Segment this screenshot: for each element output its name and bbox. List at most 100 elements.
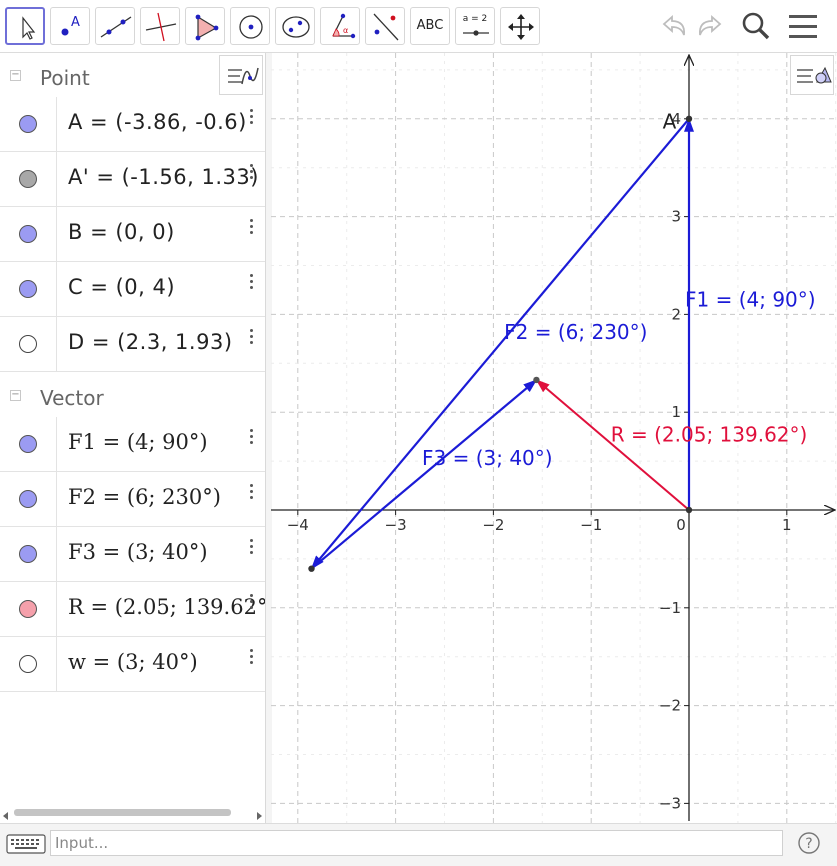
x-tick-label: −3: [385, 516, 407, 534]
category-label: Point: [40, 66, 90, 90]
x-tick-label: −2: [482, 516, 504, 534]
category-vector[interactable]: − Vector: [0, 375, 265, 419]
input-bar: Input... ?: [0, 823, 837, 866]
algebra-row[interactable]: B = (0, 0): [0, 207, 265, 262]
angle-tool-button[interactable]: α: [320, 7, 360, 45]
ellipse-icon: [282, 16, 310, 38]
algebra-row[interactable]: R = (2.05; 139.62°): [0, 582, 265, 637]
search-icon: [742, 12, 770, 40]
redo-button[interactable]: [693, 8, 729, 44]
polygon-icon: [195, 14, 219, 41]
help-icon: ?: [798, 832, 820, 854]
circle-tool-button[interactable]: [230, 7, 270, 45]
visibility-marble[interactable]: [19, 115, 37, 133]
reflect-tool-button[interactable]: [365, 7, 405, 45]
point-B: [685, 506, 693, 514]
line-tool-button[interactable]: [95, 7, 135, 45]
more-options-icon[interactable]: [250, 594, 254, 612]
row-divider: [56, 527, 57, 581]
algebra-row[interactable]: A = (-3.86, -0.6): [0, 97, 265, 152]
row-divider: [56, 417, 57, 471]
graphics-canvas[interactable]: −4 −3 −2 −1 0 14321−1−2−3F1 = (4; 90°)F2 = (6…: [271, 53, 837, 823]
row-divider: [56, 97, 57, 151]
label-F3: F3 = (3; 40°): [422, 446, 553, 470]
y-tick-label: −3: [659, 794, 681, 812]
polygon-tool-button[interactable]: [185, 7, 225, 45]
algebra-style-bar-button[interactable]: [219, 55, 263, 95]
visibility-marble[interactable]: [19, 170, 37, 188]
visibility-marble[interactable]: [19, 225, 37, 243]
row-divider: [56, 152, 57, 206]
x-tick-label: 1: [782, 516, 792, 534]
algebra-row[interactable]: F1 = (4; 90°): [0, 417, 265, 472]
row-divider: [56, 262, 57, 316]
row-divider: [56, 207, 57, 261]
algebra-row[interactable]: A' = (-1.56, 1.33): [0, 152, 265, 207]
more-options-icon[interactable]: [250, 429, 254, 447]
algebra-expression[interactable]: F3 = (3; 40°): [68, 540, 208, 564]
algebra-expression[interactable]: B = (0, 0): [68, 220, 175, 244]
row-divider: [56, 317, 57, 371]
point-icon: A: [61, 15, 80, 36]
algebra-expression[interactable]: F2 = (6; 230°): [68, 485, 221, 509]
more-options-icon[interactable]: [250, 274, 254, 292]
angle-tool-label: α: [343, 26, 348, 35]
move-arrows-icon: [508, 14, 534, 40]
algebra-expression[interactable]: D = (2.3, 1.93): [68, 330, 233, 354]
visibility-marble[interactable]: [19, 280, 37, 298]
algebra-expression[interactable]: A' = (-1.56, 1.33): [68, 165, 259, 189]
y-tick-label: 2: [671, 305, 681, 323]
slider-tool-button[interactable]: a = 2: [455, 7, 495, 45]
move-graphics-tool-button[interactable]: [500, 7, 540, 45]
algebra-expression[interactable]: F1 = (4; 90°): [68, 430, 208, 454]
algebra-expression[interactable]: R = (2.05; 139.62°): [68, 595, 265, 619]
more-options-icon[interactable]: [250, 539, 254, 557]
visibility-marble[interactable]: [19, 600, 37, 618]
visibility-marble[interactable]: [19, 490, 37, 508]
visibility-marble[interactable]: [19, 435, 37, 453]
y-tick-label: −1: [659, 599, 681, 617]
menu-button[interactable]: [786, 8, 822, 44]
algebra-row[interactable]: D = (2.3, 1.93): [0, 317, 265, 372]
conic-tool-button[interactable]: [275, 7, 315, 45]
point-C: [685, 115, 693, 122]
help-button[interactable]: ?: [797, 831, 821, 855]
more-options-icon[interactable]: [250, 329, 254, 347]
graphics-view[interactable]: −4 −3 −2 −1 0 1 4 3 2 1 −1 −2 −3 F1 = (4; 90°) F2 = (6…: [271, 53, 837, 823]
more-options-icon[interactable]: [250, 649, 254, 667]
y-tick-label: 1: [671, 403, 681, 421]
collapse-toggle[interactable]: −: [10, 70, 21, 81]
algebra-row[interactable]: w = (3; 40°): [0, 637, 265, 692]
algebra-row[interactable]: C = (0, 4): [0, 262, 265, 317]
collapse-toggle[interactable]: −: [10, 390, 21, 401]
more-options-icon[interactable]: [250, 484, 254, 502]
visibility-marble[interactable]: [19, 335, 37, 353]
text-tool-button[interactable]: ABC: [410, 7, 450, 45]
algebra-expression[interactable]: A = (-3.86, -0.6): [68, 110, 247, 134]
graphics-style-bar-button[interactable]: [790, 55, 834, 95]
more-options-icon[interactable]: [250, 164, 254, 182]
search-button[interactable]: [738, 8, 774, 44]
x-tick-label: 0: [676, 516, 686, 534]
algebra-expression[interactable]: C = (0, 4): [68, 275, 175, 299]
text-tool-label: ABC: [416, 18, 444, 33]
algebra-expression[interactable]: w = (3; 40°): [68, 650, 198, 674]
perpendicular-line-tool-button[interactable]: [140, 7, 180, 45]
category-label: Vector: [40, 386, 104, 410]
label-R: R = (2.05; 139.62°): [611, 423, 808, 447]
visibility-marble[interactable]: [19, 655, 37, 673]
algebra-horizontal-scrollbar[interactable]: [0, 806, 265, 820]
style-bar-icon: [797, 66, 832, 84]
point-tool-button[interactable]: A: [50, 7, 90, 45]
cursor-arrow-icon: [22, 16, 36, 40]
input-field[interactable]: Input...: [50, 830, 783, 856]
algebra-row[interactable]: F2 = (6; 230°): [0, 472, 265, 527]
visibility-marble[interactable]: [19, 545, 37, 563]
more-options-icon[interactable]: [250, 219, 254, 237]
scrollbar-thumb[interactable]: [14, 809, 231, 816]
algebra-row[interactable]: F3 = (3; 40°): [0, 527, 265, 582]
more-options-icon[interactable]: [250, 109, 254, 127]
undo-button[interactable]: [655, 8, 691, 44]
move-tool-button[interactable]: [5, 7, 45, 45]
keyboard-button[interactable]: [4, 830, 48, 858]
